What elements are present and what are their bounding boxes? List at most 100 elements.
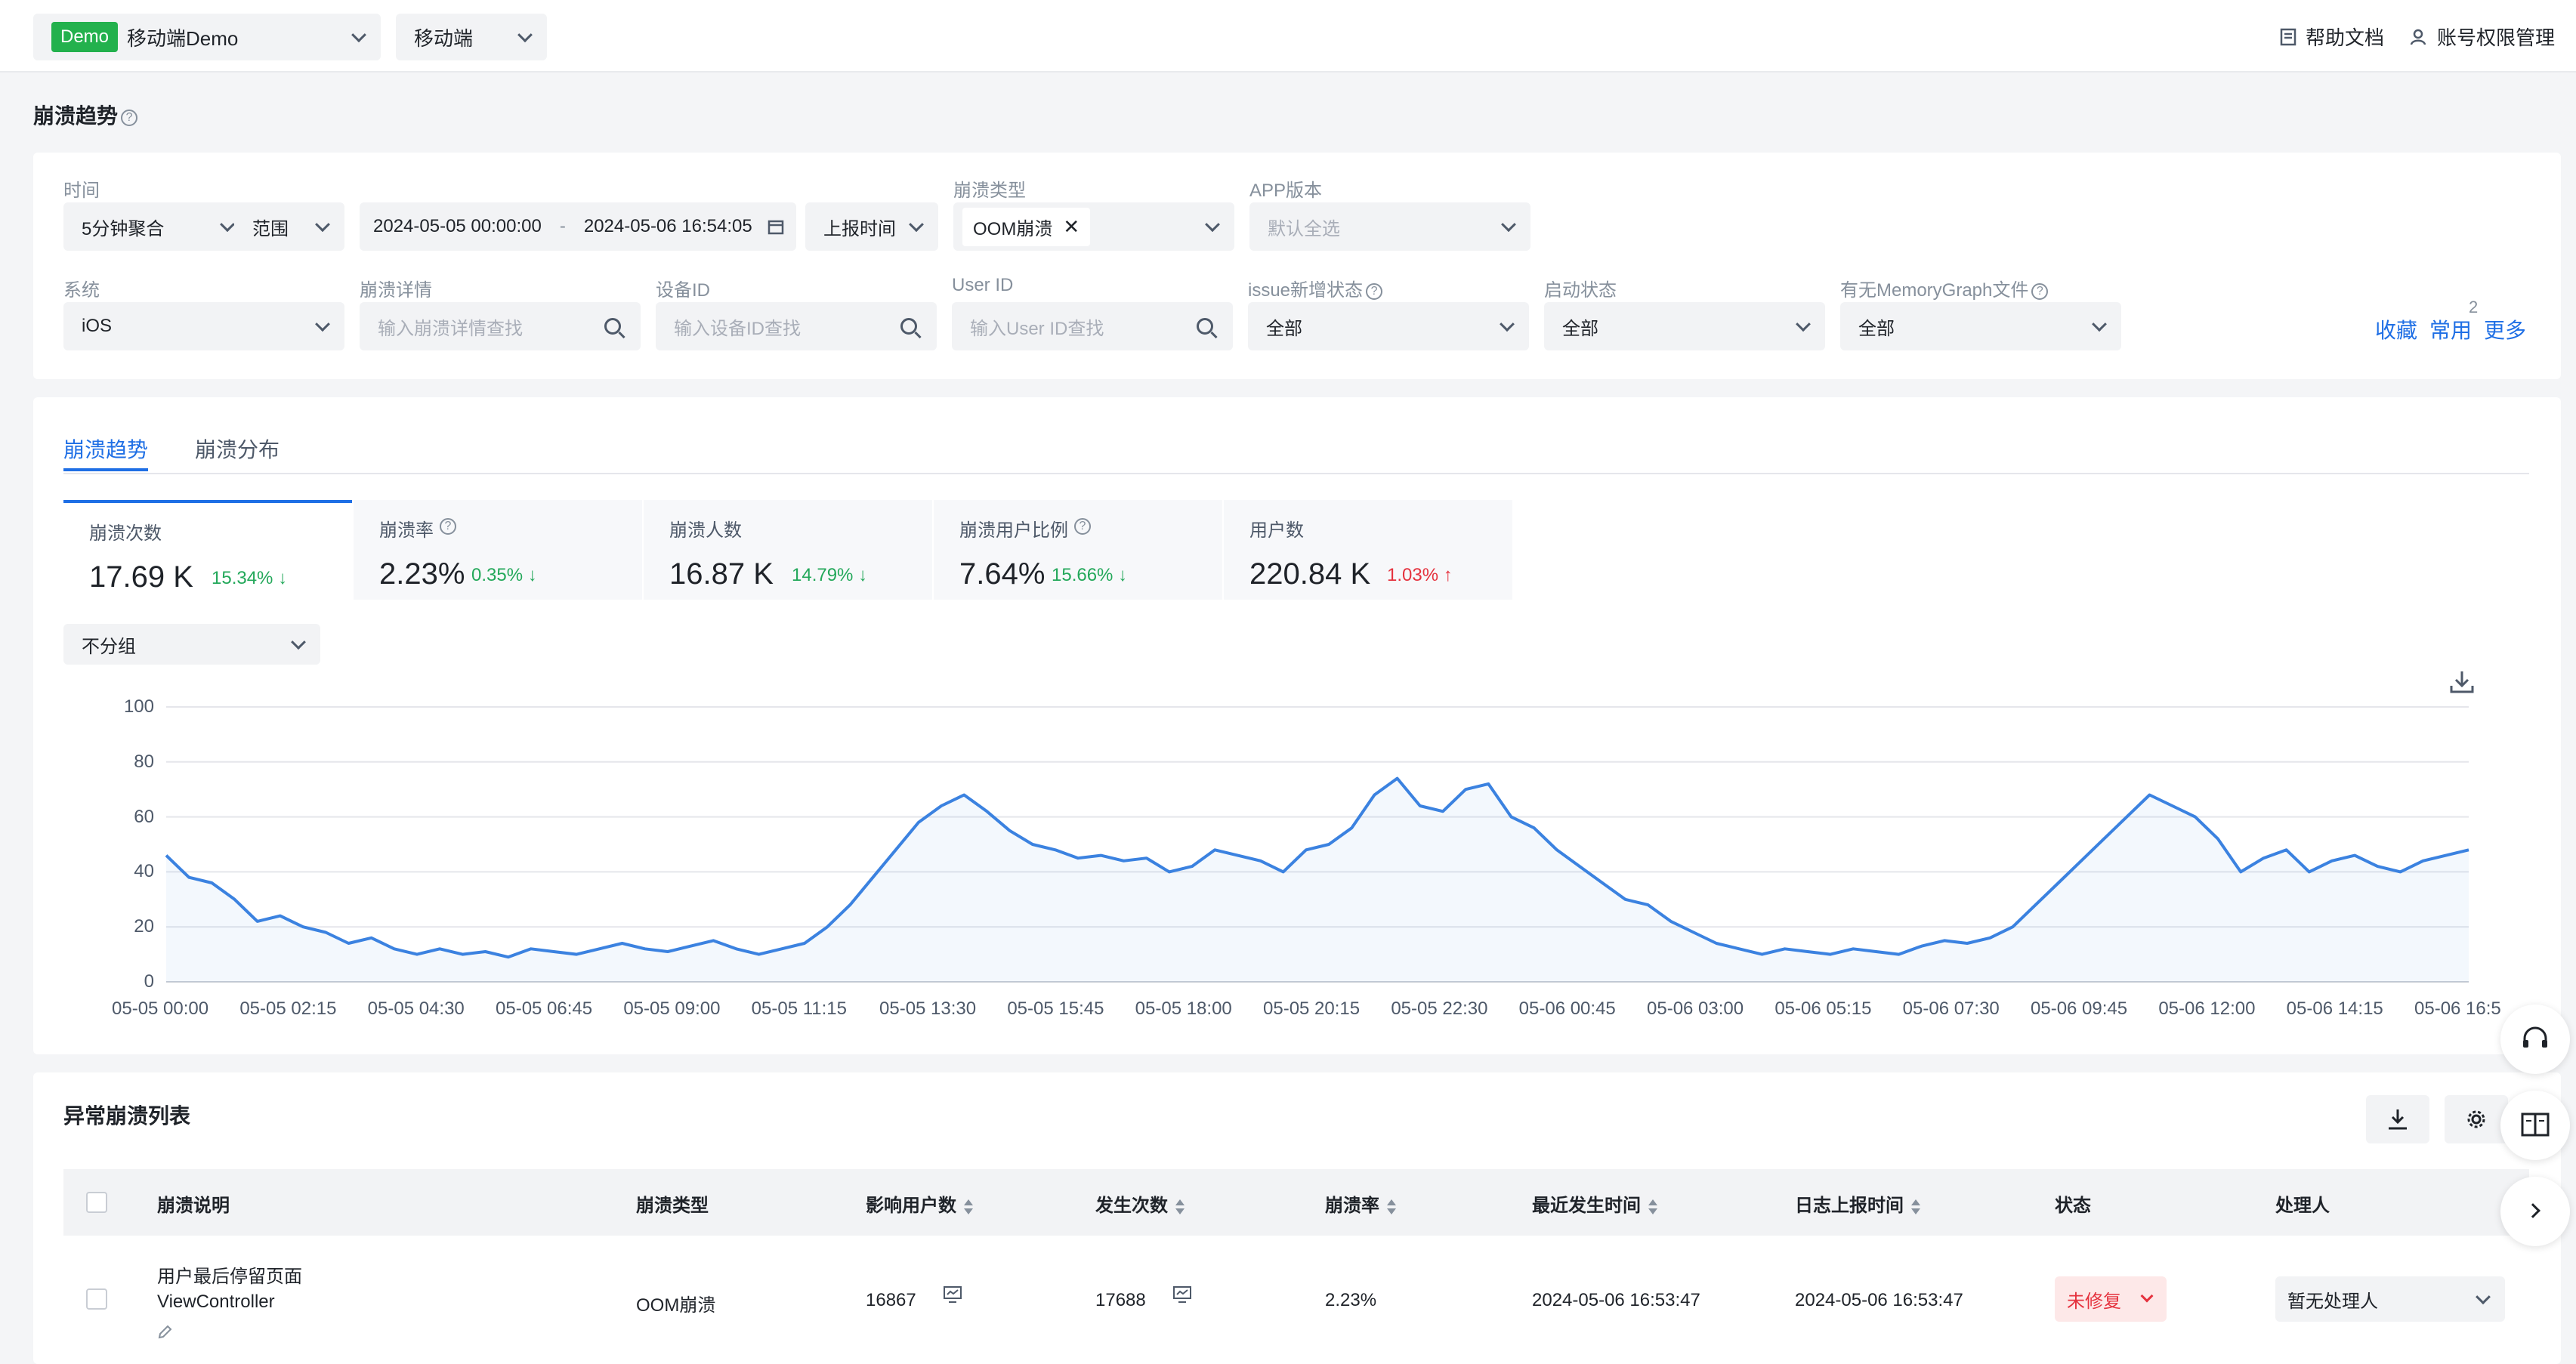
col-report-time[interactable]: 日志上报时间 [1795,1190,1920,1217]
app-selector[interactable]: Demo 移动端Demo [33,14,381,60]
col-status: 状态 [2055,1196,2091,1216]
chevron-down-icon [351,27,366,43]
support-button[interactable] [2500,1004,2570,1074]
help-icon[interactable]: ? [1366,282,1383,300]
more-link[interactable]: 更多 [2484,314,2526,344]
search-icon[interactable] [1197,318,1213,335]
col-rate[interactable]: 崩溃率 [1325,1190,1396,1217]
help-docs-link[interactable]: 帮助文档 [2280,23,2384,51]
metric-value: 16.87 K [669,557,774,591]
docs-button[interactable] [2500,1091,2570,1160]
device-id-input[interactable]: 输入设备ID查找 [656,302,937,350]
edit-icon[interactable] [157,1325,172,1340]
col-last-time[interactable]: 最近发生时间 [1532,1190,1657,1217]
group-select[interactable]: 不分组 [63,624,320,665]
common-link[interactable]: 常用 [2429,314,2472,344]
date-range-picker[interactable]: 2024-05-05 00:00:00 - 2024-05-06 16:54:0… [360,202,796,251]
row-checkbox[interactable] [86,1288,107,1310]
crash-type-tag[interactable]: OOM崩溃 ✕ [962,207,1091,246]
col-users[interactable]: 影响用户数 [866,1190,973,1217]
x-tick-label: 05-06 03:00 [1647,998,1744,1019]
download-icon[interactable] [2449,669,2475,695]
x-tick-label: 05-05 09:00 [623,998,721,1019]
favorite-link[interactable]: 收藏 [2375,314,2417,344]
sort-icon[interactable] [964,1199,973,1214]
memgraph-select[interactable]: 全部 [1840,302,2121,350]
memgraph-label-text: 有无MemoryGraph文件 [1840,280,2029,301]
sort-icon[interactable] [1911,1199,1920,1214]
search-icon[interactable] [604,318,621,335]
report-time-select[interactable]: 上报时间 [805,202,938,251]
user-id-placeholder: 输入User ID查找 [970,318,1104,339]
chevron-down-icon [2476,1289,2491,1305]
list-title: 异常崩溃列表 [63,1104,191,1128]
crash-type-select[interactable]: OOM崩溃 ✕ [953,202,1234,251]
crash-detail-label: 崩溃详情 [360,280,432,301]
help-icon[interactable]: ? [440,518,456,535]
arrow-up-icon: ↑ [1438,565,1453,585]
help-icon[interactable]: ? [121,109,138,126]
chevron-down-icon [220,217,235,233]
handler-select[interactable]: 暂无处理人 [2275,1276,2505,1322]
col-count[interactable]: 发生次数 [1095,1190,1185,1217]
account-mgmt-link[interactable]: 账号权限管理 [2410,23,2555,51]
chevron-down-icon [1501,217,1516,233]
page-title: 崩溃趋势? [33,100,138,130]
help-docs-label: 帮助文档 [2306,26,2385,49]
search-icon[interactable] [900,318,917,335]
close-icon[interactable]: ✕ [1063,215,1080,239]
expand-button[interactable] [2500,1177,2570,1246]
metric-card[interactable]: 崩溃人数 16.87 K 14.79% ↓ [644,500,932,600]
launch-status-label: 启动状态 [1544,280,1617,301]
group-select-value: 不分组 [82,636,136,657]
metric-card[interactable]: 崩溃用户比例? 7.64% 15.66% ↓ [934,500,1222,600]
sort-icon[interactable] [1387,1199,1396,1214]
select-all-checkbox[interactable] [86,1192,107,1213]
tab-crash-trend[interactable]: 崩溃趋势 [63,434,148,464]
app-version-placeholder: 默认全选 [1268,218,1340,239]
sort-icon[interactable] [1648,1199,1657,1214]
help-icon[interactable]: ? [2031,282,2049,300]
export-button[interactable] [2366,1095,2429,1143]
settings-button[interactable] [2445,1095,2508,1143]
monitor-icon[interactable] [1172,1285,1192,1304]
aggregation-select[interactable]: 5分钟聚合 [63,202,249,251]
y-tick-label: 40 [134,861,154,882]
y-tick-label: 60 [134,806,154,827]
system-select[interactable]: iOS [63,302,344,350]
x-tick-label: 05-05 18:00 [1135,998,1232,1019]
platform-selector[interactable]: 移动端 [396,14,547,60]
crash-desc-link[interactable]: 用户最后停留页面 [157,1261,302,1288]
tab-crash-distribution[interactable]: 崩溃分布 [195,434,280,464]
crash-detail-input[interactable]: 输入崩溃详情查找 [360,302,641,350]
user-id-input[interactable]: 输入User ID查找 [952,302,1233,350]
help-icon[interactable]: ? [1074,518,1091,535]
x-tick-label: 05-06 07:30 [1902,998,2000,1019]
metric-change-value: 0.35% [471,565,524,585]
metric-card[interactable]: 用户数 220.84 K 1.03% ↑ [1224,500,1512,600]
status-badge[interactable]: 未修复 [2055,1276,2167,1322]
metric-change: 15.66% ↓ [1052,565,1127,586]
chevron-right-icon [2525,1203,2540,1218]
user-icon [2410,29,2426,45]
crash-desc-sub: ViewController [157,1291,275,1312]
issue-status-value: 全部 [1266,318,1302,339]
monitor-icon[interactable] [943,1285,962,1304]
chevron-down-icon [291,634,306,650]
sort-icon[interactable] [1175,1199,1185,1214]
chevron-down-icon [1500,316,1515,332]
metric-card[interactable]: 崩溃次数 17.69 K 15.34% ↓ [63,500,352,600]
book-icon [2521,1112,2550,1137]
metric-label: 用户数 [1249,520,1304,541]
chevron-down-icon [2140,1289,2154,1303]
issue-status-select[interactable]: 全部 [1248,302,1529,350]
chevron-down-icon [1796,316,1811,332]
metric-change-value: 15.66% [1052,565,1113,585]
launch-status-select[interactable]: 全部 [1544,302,1825,350]
metric-value: 2.23% [379,557,465,591]
metric-card[interactable]: 崩溃率? 2.23% 0.35% ↓ [354,500,642,600]
range-select[interactable]: 范围 [234,202,344,251]
app-version-select[interactable]: 默认全选 [1249,202,1530,251]
x-tick-label: 05-05 00:00 [112,998,209,1019]
arrow-down-icon: ↓ [853,565,868,585]
